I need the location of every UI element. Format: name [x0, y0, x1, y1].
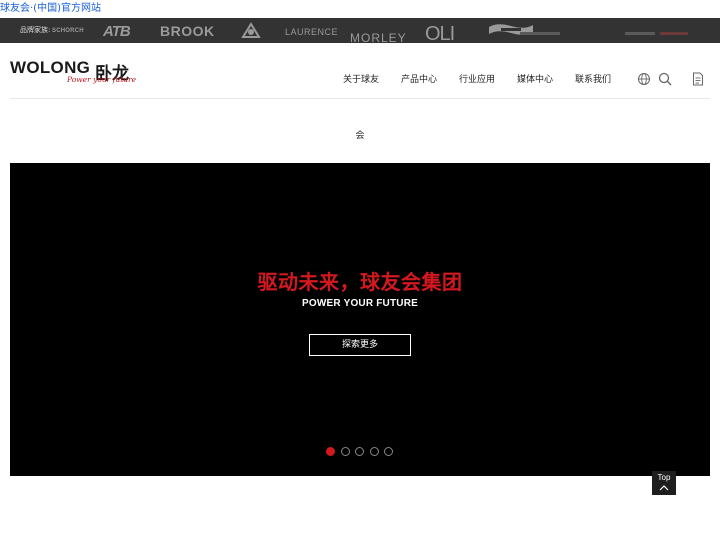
logo-slogan: Power your future [67, 75, 137, 84]
brand-atb-logo[interactable]: ATB [103, 18, 131, 43]
header-divider [10, 98, 710, 99]
carousel-dot[interactable] [384, 447, 393, 456]
banner-headline: 驱动未来，球友会集团 [257, 270, 463, 294]
explore-more-button[interactable]: 探索更多 [309, 334, 411, 356]
back-to-top-button[interactable]: Top [652, 471, 676, 495]
site-title-link[interactable]: 球友会·(中国)官方网站 [0, 1, 101, 17]
brand-family-bar: 品牌家族: SCHORCH ATB BROOK LAURENCE MORLEY … [0, 18, 720, 43]
carousel-dot[interactable] [340, 447, 350, 456]
brand-laurence-logo[interactable]: LAURENCE [285, 18, 338, 43]
nav-item-contact[interactable]: 联系我们 [575, 72, 611, 88]
nav-item-about[interactable]: 关于球友 [343, 72, 379, 88]
carousel-dot[interactable] [369, 447, 379, 456]
brand-brook-logo[interactable]: BROOK [160, 18, 215, 43]
brand-extra-mark [660, 32, 688, 35]
chevron-up-icon [659, 485, 669, 491]
brand-schorch-logo[interactable]: SCHORCH [52, 18, 84, 43]
carousel-dot[interactable] [355, 447, 364, 456]
globe-icon[interactable] [636, 71, 652, 87]
nav-item-media[interactable]: 媒体中心 [517, 72, 553, 88]
brand-extra-mark [520, 32, 560, 35]
carousel-dot[interactable] [326, 447, 335, 456]
back-to-top-label: Top [657, 473, 671, 482]
brand-sip-logo-icon[interactable] [487, 23, 535, 39]
brand-extra-mark [625, 32, 655, 35]
brand-morley-logo[interactable]: MORLEY [350, 18, 407, 43]
nav-item-industries[interactable]: 行业应用 [459, 72, 495, 88]
brand-emblem-icon[interactable] [240, 22, 262, 39]
brand-family-label: 品牌家族: [20, 26, 51, 34]
wolong-logo[interactable]: WOLONG 卧龙 Power your future [10, 58, 140, 92]
search-icon[interactable] [657, 71, 673, 87]
section-title: 会 [355, 131, 365, 141]
banner-subheadline: POWER YOUR FUTURE [302, 298, 418, 309]
brand-oli-logo[interactable]: OLI [425, 18, 455, 43]
nav-item-products[interactable]: 产品中心 [401, 72, 437, 88]
document-icon[interactable] [690, 71, 706, 87]
hero-banner: 驱动未来，球友会集团 POWER YOUR FUTURE 探索更多 [10, 163, 710, 476]
